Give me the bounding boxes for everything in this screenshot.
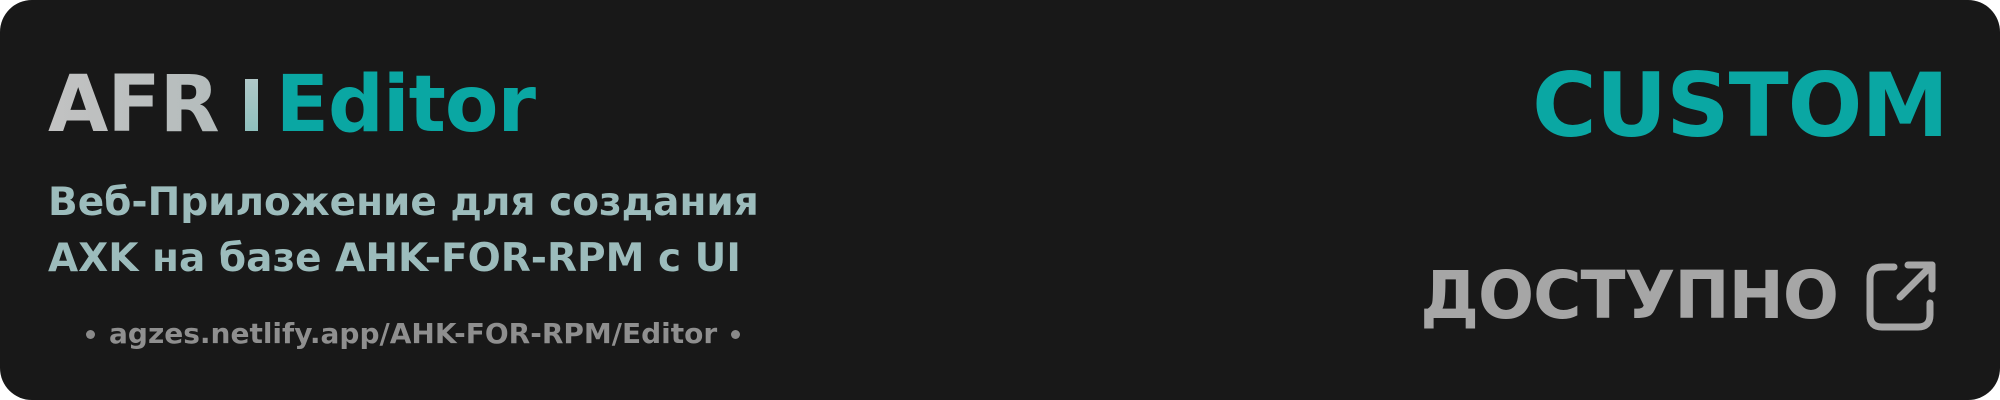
afr-editor-banner: AFR Editor CUSTOM Веб-Приложение для соз…: [0, 0, 2000, 400]
title-editor: Editor: [275, 60, 536, 150]
description: Веб-Приложение для создания AXK на базе …: [48, 175, 759, 287]
description-line-1: Веб-Приложение для создания: [48, 180, 759, 225]
page-title: AFR Editor: [48, 60, 536, 150]
bullet-dot-left: [86, 329, 95, 339]
title-afr: AFR: [48, 60, 220, 150]
app-url-link[interactable]: agzes.netlify.app/AHK-FOR-RPM/Editor: [109, 312, 717, 356]
bullet-dot-right: [731, 329, 741, 339]
custom-badge: CUSTOM: [1532, 54, 1949, 157]
url-row: agzes.netlify.app/AHK-FOR-RPM/Editor: [86, 312, 741, 356]
availability-label: ДОСТУПНО: [1420, 257, 1839, 334]
availability-link[interactable]: ДОСТУПНО: [1420, 254, 1940, 338]
title-separator: [244, 79, 258, 131]
description-line-2: AXK на базе AHK-FOR-RPM с UI: [48, 236, 741, 281]
external-link-icon: [1862, 257, 1940, 335]
